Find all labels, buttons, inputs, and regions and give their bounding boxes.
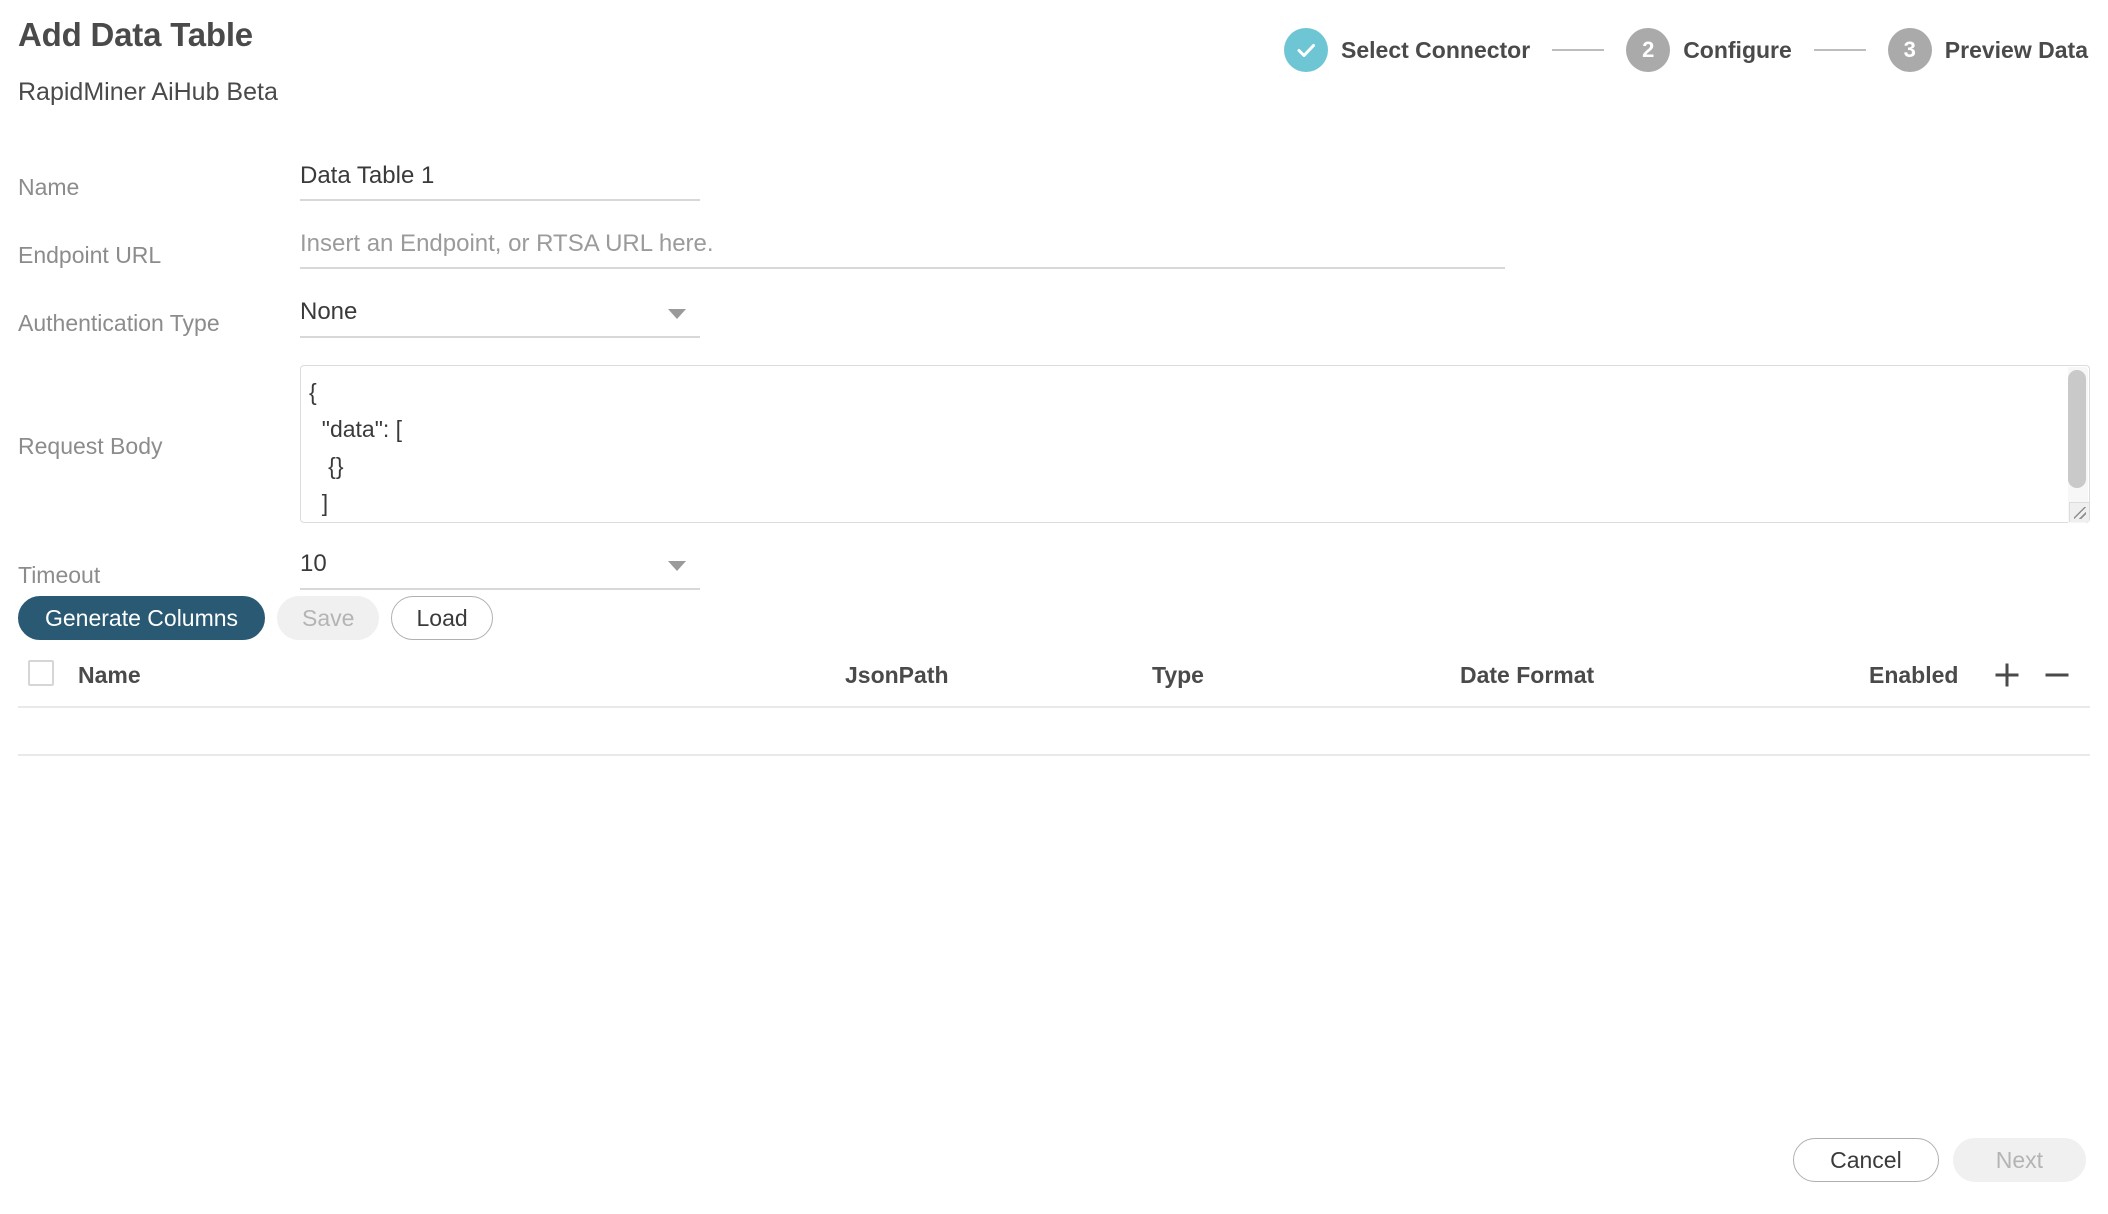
step-label-configure: Configure xyxy=(1683,36,1792,63)
generate-columns-button[interactable]: Generate Columns xyxy=(18,596,266,640)
timeout-select[interactable]: 10 xyxy=(300,550,700,590)
authentication-type-value: None xyxy=(300,298,358,325)
column-header-enabled[interactable]: Enabled xyxy=(1869,662,1958,689)
step-preview-data[interactable]: 3 Preview Data xyxy=(1887,28,2088,72)
authentication-type-select[interactable]: None xyxy=(300,298,700,338)
step-connector-1 xyxy=(1552,49,1605,51)
endpoint-url-input[interactable] xyxy=(300,230,1505,269)
name-input[interactable] xyxy=(300,162,700,201)
chevron-down-icon xyxy=(668,309,686,319)
page-title: Add Data Table xyxy=(18,16,253,53)
column-header-type[interactable]: Type xyxy=(1152,662,1204,689)
request-body-scrollbar[interactable] xyxy=(2068,367,2088,523)
wizard-footer: Cancel Next xyxy=(1793,1138,2086,1182)
request-body-container xyxy=(300,365,2090,523)
form-action-buttons: Generate Columns Save Load xyxy=(18,596,493,640)
timeout-label: Timeout xyxy=(18,562,101,588)
check-icon xyxy=(1284,28,1329,72)
request-body-scroll-thumb[interactable] xyxy=(2068,370,2086,488)
endpoint-url-label: Endpoint URL xyxy=(18,242,162,268)
step-configure[interactable]: 2 Configure xyxy=(1626,28,1792,72)
column-header-date-format[interactable]: Date Format xyxy=(1460,662,1594,689)
column-header-name[interactable]: Name xyxy=(78,662,141,689)
wizard-stepper: Select Connector 2 Configure 3 Preview D… xyxy=(1284,26,2088,74)
step-number-badge-2: 2 xyxy=(1626,28,1671,72)
minus-icon[interactable] xyxy=(2042,660,2072,690)
resize-handle[interactable] xyxy=(2069,502,2089,522)
authentication-type-label: Authentication Type xyxy=(18,310,220,336)
select-all-checkbox[interactable] xyxy=(28,660,54,686)
columns-table-header-divider xyxy=(18,706,2090,708)
columns-table: Name JsonPath Type Date Format Enabled xyxy=(0,650,2108,756)
request-body-label: Request Body xyxy=(18,433,163,459)
step-number-badge-3: 3 xyxy=(1887,28,1932,72)
columns-table-header-row: Name JsonPath Type Date Format Enabled xyxy=(0,650,2108,706)
step-connector-2 xyxy=(1813,49,1866,51)
page-subtitle: RapidMiner AiHub Beta xyxy=(18,78,278,106)
plus-icon[interactable] xyxy=(1992,660,2022,690)
save-button: Save xyxy=(277,596,380,640)
cancel-button[interactable]: Cancel xyxy=(1793,1138,1939,1182)
column-header-jsonpath[interactable]: JsonPath xyxy=(845,662,949,689)
step-select-connector[interactable]: Select Connector xyxy=(1284,28,1530,72)
next-button: Next xyxy=(1952,1138,2086,1182)
load-button[interactable]: Load xyxy=(391,596,493,640)
step-label-select-connector: Select Connector xyxy=(1341,36,1531,63)
timeout-value: 10 xyxy=(300,550,327,577)
page-header: Add Data Table RapidMiner AiHub Beta Sel… xyxy=(0,0,2108,118)
chevron-down-icon-timeout xyxy=(668,561,686,571)
request-body-textarea[interactable] xyxy=(301,366,2069,522)
step-label-preview-data: Preview Data xyxy=(1944,36,2088,63)
name-label: Name xyxy=(18,174,80,200)
columns-table-body-divider xyxy=(18,754,2090,756)
